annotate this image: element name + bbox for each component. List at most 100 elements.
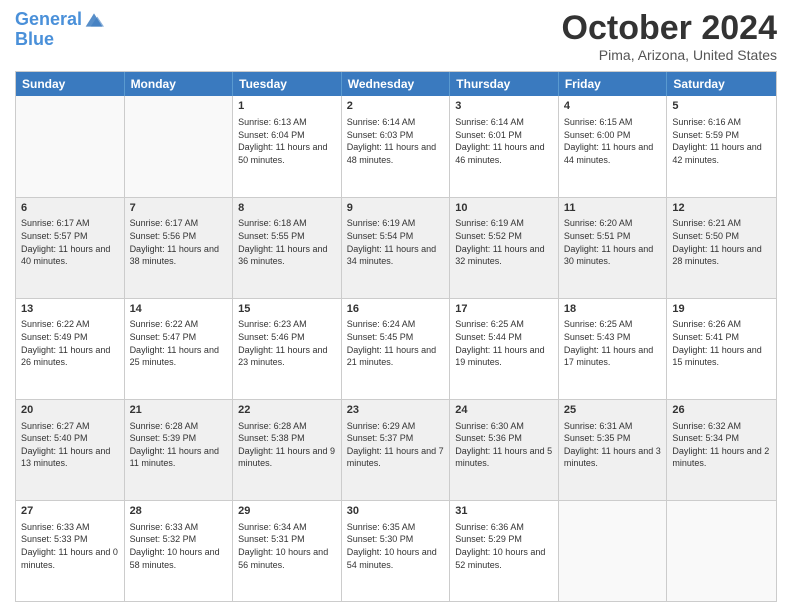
- cal-cell: 1Sunrise: 6:13 AMSunset: 6:04 PMDaylight…: [233, 96, 342, 196]
- cal-cell: [16, 96, 125, 196]
- cal-cell: 18Sunrise: 6:25 AMSunset: 5:43 PMDayligh…: [559, 299, 668, 399]
- cal-cell: 2 Sunrise: 6:14 AMSunset: 6:03 PMDaylight…: [342, 96, 451, 196]
- cal-cell: 11Sunrise: 6:20 AMSunset: 5:51 PMDayligh…: [559, 198, 668, 298]
- header-cell-sunday: Sunday: [16, 72, 125, 96]
- page: General Blue October 2024 Pima, Arizona,…: [0, 0, 792, 612]
- day-number: 17: [455, 302, 553, 317]
- day-number: 20: [21, 403, 119, 418]
- cal-cell: 15Sunrise: 6:23 AMSunset: 5:46 PMDayligh…: [233, 299, 342, 399]
- cell-info: Sunrise: 6:18 AMSunset: 5:55 PMDaylight:…: [238, 217, 336, 267]
- cell-info: Sunrise: 6:24 AMSunset: 5:45 PMDaylight:…: [347, 318, 445, 368]
- day-number: 21: [130, 403, 228, 418]
- header: General Blue October 2024 Pima, Arizona,…: [15, 10, 777, 63]
- cell-info: Sunrise: 6:21 AMSunset: 5:50 PMDaylight:…: [672, 217, 771, 267]
- cell-info: Sunrise: 6:28 AMSunset: 5:38 PMDaylight:…: [238, 420, 336, 470]
- cal-cell: 26 Sunrise: 6:32 AMSunset: 5:34 PMDayligh…: [667, 400, 776, 500]
- cal-cell: 20 Sunrise: 6:27 AMSunset: 5:40 PMDayligh…: [16, 400, 125, 500]
- day-number: 7: [130, 201, 228, 216]
- day-number: 14: [130, 302, 228, 317]
- day-number: 31: [455, 504, 553, 519]
- cal-cell: 12Sunrise: 6:21 AMSunset: 5:50 PMDayligh…: [667, 198, 776, 298]
- week-row-3: 13Sunrise: 6:22 AMSunset: 5:49 PMDayligh…: [16, 298, 776, 399]
- day-number: 26: [672, 403, 771, 418]
- cell-info: Sunrise: 6:33 AMSunset: 5:32 PMDaylight:…: [130, 521, 228, 571]
- cal-cell: 13Sunrise: 6:22 AMSunset: 5:49 PMDayligh…: [16, 299, 125, 399]
- cell-info: Sunrise: 6:14 AMSunset: 6:03 PMDaylight:…: [347, 116, 445, 166]
- cell-info: Sunrise: 6:25 AMSunset: 5:44 PMDaylight:…: [455, 318, 553, 368]
- cal-cell: 29 Sunrise: 6:34 AMSunset: 5:31 PMDayligh…: [233, 501, 342, 601]
- cal-cell: 6Sunrise: 6:17 AMSunset: 5:57 PMDaylight…: [16, 198, 125, 298]
- cal-cell: 4 Sunrise: 6:15 AMSunset: 6:00 PMDaylight…: [559, 96, 668, 196]
- cell-info: Sunrise: 6:27 AMSunset: 5:40 PMDaylight:…: [21, 420, 119, 470]
- cal-cell: 25 Sunrise: 6:31 AMSunset: 5:35 PMDayligh…: [559, 400, 668, 500]
- day-number: 25: [564, 403, 662, 418]
- header-cell-saturday: Saturday: [667, 72, 776, 96]
- cell-info: Sunrise: 6:36 AMSunset: 5:29 PMDaylight:…: [455, 521, 553, 571]
- day-number: 24: [455, 403, 553, 418]
- cell-info: Sunrise: 6:15 AMSunset: 6:00 PMDaylight:…: [564, 116, 662, 166]
- calendar-body: 1Sunrise: 6:13 AMSunset: 6:04 PMDaylight…: [16, 96, 776, 601]
- cal-cell: 22 Sunrise: 6:28 AMSunset: 5:38 PMDayligh…: [233, 400, 342, 500]
- day-number: 19: [672, 302, 771, 317]
- cell-info: Sunrise: 6:30 AMSunset: 5:36 PMDaylight:…: [455, 420, 553, 470]
- day-number: 12: [672, 201, 771, 216]
- cell-info: Sunrise: 6:34 AMSunset: 5:31 PMDaylight:…: [238, 521, 336, 571]
- day-number: 4: [564, 99, 662, 114]
- cal-cell: 21Sunrise: 6:28 AMSunset: 5:39 PMDayligh…: [125, 400, 234, 500]
- cal-cell: 14Sunrise: 6:22 AMSunset: 5:47 PMDayligh…: [125, 299, 234, 399]
- day-number: 22: [238, 403, 336, 418]
- location: Pima, Arizona, United States: [562, 47, 777, 63]
- cell-info: Sunrise: 6:22 AMSunset: 5:49 PMDaylight:…: [21, 318, 119, 368]
- logo-icon: [84, 10, 104, 30]
- cell-info: Sunrise: 6:29 AMSunset: 5:37 PMDaylight:…: [347, 420, 445, 470]
- day-number: 3: [455, 99, 553, 114]
- day-number: 6: [21, 201, 119, 216]
- title-block: October 2024 Pima, Arizona, United State…: [562, 10, 777, 63]
- day-number: 27: [21, 504, 119, 519]
- cal-cell: [667, 501, 776, 601]
- cal-cell: [559, 501, 668, 601]
- header-cell-tuesday: Tuesday: [233, 72, 342, 96]
- cal-cell: 9Sunrise: 6:19 AMSunset: 5:54 PMDaylight…: [342, 198, 451, 298]
- cell-info: Sunrise: 6:19 AMSunset: 5:52 PMDaylight:…: [455, 217, 553, 267]
- day-number: 1: [238, 99, 336, 114]
- header-cell-wednesday: Wednesday: [342, 72, 451, 96]
- cell-info: Sunrise: 6:31 AMSunset: 5:35 PMDaylight:…: [564, 420, 662, 470]
- cell-info: Sunrise: 6:19 AMSunset: 5:54 PMDaylight:…: [347, 217, 445, 267]
- logo-text: General: [15, 10, 82, 30]
- day-number: 11: [564, 201, 662, 216]
- cell-info: Sunrise: 6:25 AMSunset: 5:43 PMDaylight:…: [564, 318, 662, 368]
- cell-info: Sunrise: 6:17 AMSunset: 5:57 PMDaylight:…: [21, 217, 119, 267]
- month-title: October 2024: [562, 10, 777, 47]
- day-number: 30: [347, 504, 445, 519]
- cal-cell: 8Sunrise: 6:18 AMSunset: 5:55 PMDaylight…: [233, 198, 342, 298]
- cell-info: Sunrise: 6:23 AMSunset: 5:46 PMDaylight:…: [238, 318, 336, 368]
- cell-info: Sunrise: 6:33 AMSunset: 5:33 PMDaylight:…: [21, 521, 119, 571]
- header-cell-thursday: Thursday: [450, 72, 559, 96]
- cell-info: Sunrise: 6:16 AMSunset: 5:59 PMDaylight:…: [672, 116, 771, 166]
- day-number: 5: [672, 99, 771, 114]
- cal-cell: 24 Sunrise: 6:30 AMSunset: 5:36 PMDayligh…: [450, 400, 559, 500]
- logo: General Blue: [15, 10, 104, 50]
- day-number: 2: [347, 99, 445, 114]
- cal-cell: 17Sunrise: 6:25 AMSunset: 5:44 PMDayligh…: [450, 299, 559, 399]
- week-row-2: 6Sunrise: 6:17 AMSunset: 5:57 PMDaylight…: [16, 197, 776, 298]
- calendar-header: SundayMondayTuesdayWednesdayThursdayFrid…: [16, 72, 776, 96]
- cell-info: Sunrise: 6:14 AMSunset: 6:01 PMDaylight:…: [455, 116, 553, 166]
- day-number: 18: [564, 302, 662, 317]
- cal-cell: 27 Sunrise: 6:33 AMSunset: 5:33 PMDayligh…: [16, 501, 125, 601]
- cell-info: Sunrise: 6:32 AMSunset: 5:34 PMDaylight:…: [672, 420, 771, 470]
- cal-cell: 19Sunrise: 6:26 AMSunset: 5:41 PMDayligh…: [667, 299, 776, 399]
- cal-cell: 16Sunrise: 6:24 AMSunset: 5:45 PMDayligh…: [342, 299, 451, 399]
- header-cell-friday: Friday: [559, 72, 668, 96]
- cell-info: Sunrise: 6:26 AMSunset: 5:41 PMDaylight:…: [672, 318, 771, 368]
- cal-cell: 23 Sunrise: 6:29 AMSunset: 5:37 PMDayligh…: [342, 400, 451, 500]
- cell-info: Sunrise: 6:35 AMSunset: 5:30 PMDaylight:…: [347, 521, 445, 571]
- day-number: 9: [347, 201, 445, 216]
- day-number: 28: [130, 504, 228, 519]
- day-number: 29: [238, 504, 336, 519]
- calendar: SundayMondayTuesdayWednesdayThursdayFrid…: [15, 71, 777, 602]
- logo-text2: Blue: [15, 30, 104, 50]
- cal-cell: 7Sunrise: 6:17 AMSunset: 5:56 PMDaylight…: [125, 198, 234, 298]
- day-number: 23: [347, 403, 445, 418]
